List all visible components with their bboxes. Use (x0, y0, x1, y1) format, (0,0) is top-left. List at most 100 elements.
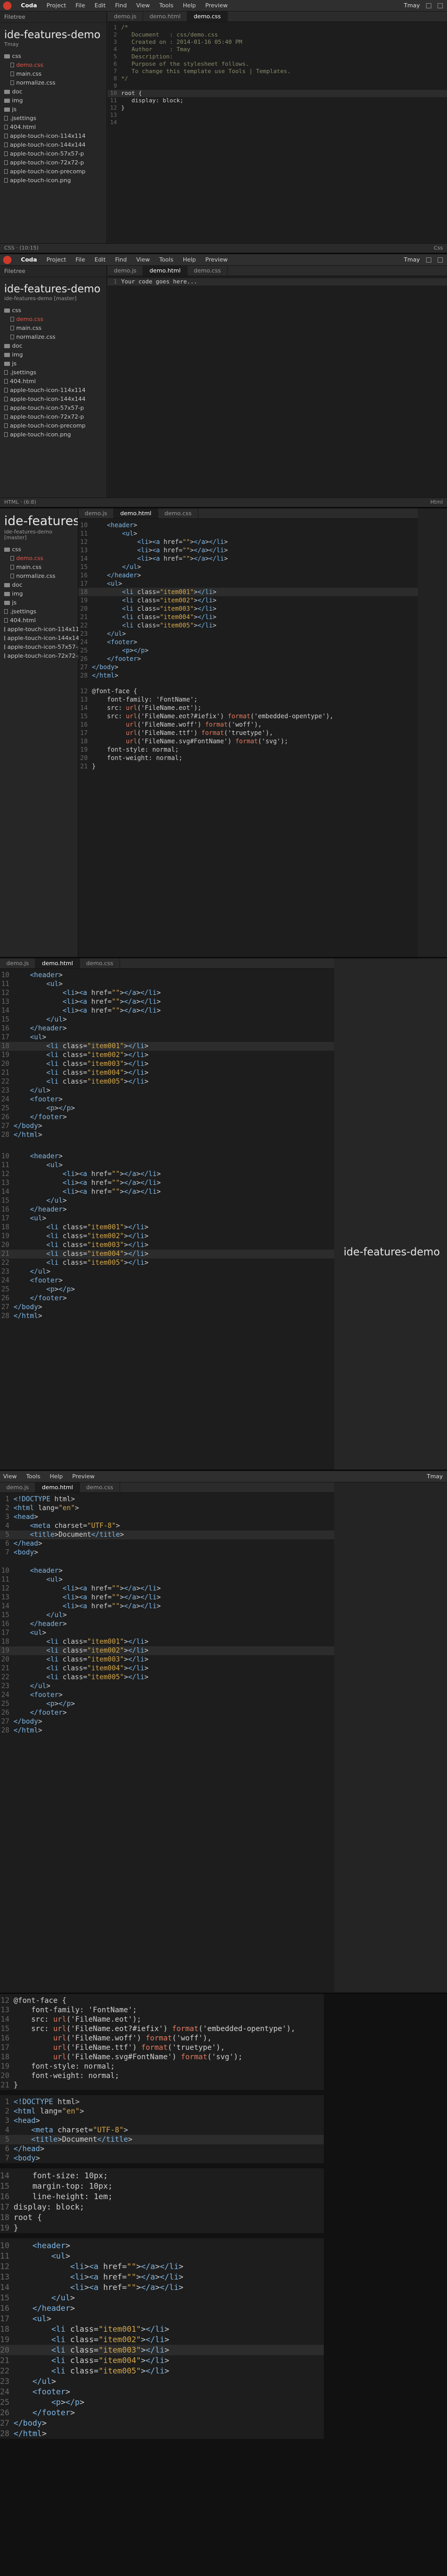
tree-file[interactable]: apple-touch-icon-precomp (4, 421, 107, 430)
minimize-icon[interactable] (426, 257, 431, 263)
menu-tools[interactable]: Tools (26, 1473, 40, 1480)
minimize-icon[interactable] (426, 3, 431, 8)
code-area-fontface[interactable]: 12 @font-face {13 font-family: 'FontName'… (0, 1994, 324, 2090)
tree-file[interactable]: normalize.css (4, 572, 78, 580)
language-mode[interactable]: Html (430, 500, 443, 505)
tree-file[interactable]: apple-touch-icon-114x114 (4, 625, 83, 634)
tree-folder[interactable]: doc (4, 87, 107, 96)
tab-demo-html[interactable]: demo.html (143, 266, 187, 276)
code-area-doc[interactable]: 1 <!DOCTYPE html> 2 <html lang="en"> 3 <head>… (0, 2095, 324, 2163)
menu-help[interactable]: Help (183, 256, 196, 263)
tab-demo-js[interactable]: demo.js (78, 508, 114, 518)
tree-file[interactable]: apple-touch-icon-144x144 (4, 140, 107, 149)
preview-button[interactable]: Preview (72, 1473, 95, 1480)
code-area[interactable]: 1/* 2 Document : css/demo.css 3 Created on… (108, 22, 447, 126)
tree-folder[interactable]: js (4, 105, 107, 114)
tree-folder[interactable]: js (4, 598, 78, 607)
tree-folder[interactable]: css (4, 52, 107, 61)
folder-icon (4, 107, 10, 112)
user-name[interactable]: Tmay (427, 1473, 443, 1480)
tree-file[interactable]: .jsettings (4, 114, 107, 123)
menu-help[interactable]: Help (183, 2, 196, 9)
tree-file[interactable]: demo.css (4, 61, 107, 69)
tab-demo-js[interactable]: demo.js (108, 11, 144, 21)
tree-file[interactable]: apple-touch-icon-114x114 (4, 386, 107, 395)
menu-view[interactable]: View (3, 1473, 17, 1480)
tab-demo-css[interactable]: demo.css (187, 266, 228, 276)
menu-find[interactable]: Find (115, 256, 127, 263)
tree-file[interactable]: demo.css (4, 554, 78, 563)
code-area[interactable]: 1 <!DOCTYPE html> 2 <html lang="en"> 3 <head>… (0, 1493, 334, 1557)
tree-file[interactable]: apple-touch-icon.png (4, 176, 107, 185)
tree-folder[interactable]: img (4, 96, 107, 105)
tree-file[interactable]: apple-touch-icon.png (4, 430, 107, 439)
tree-file[interactable]: apple-touch-icon-57x57-p (4, 643, 81, 651)
tree-file[interactable]: main.css (4, 69, 107, 78)
tab-demo-css[interactable]: demo.css (80, 1482, 120, 1492)
user-name[interactable]: Tmay (404, 256, 420, 263)
tree-file[interactable]: 404.html (4, 377, 107, 386)
close-icon[interactable] (438, 257, 443, 263)
code-area-css[interactable]: 12 @font-face {13 font-family: 'FontName'… (78, 685, 418, 770)
menu-file[interactable]: File (76, 2, 85, 9)
tab-demo-js[interactable]: demo.js (108, 266, 144, 276)
menu-tools[interactable]: Tools (159, 256, 173, 263)
tree-file[interactable]: 404.html (4, 123, 107, 132)
tree-file[interactable]: apple-touch-icon-57x57-p (4, 403, 107, 412)
tab-demo-html[interactable]: demo.html (36, 1482, 80, 1492)
close-icon[interactable] (438, 3, 443, 8)
tab-demo-css[interactable]: demo.css (158, 508, 198, 518)
tree-folder[interactable]: css (4, 545, 78, 554)
code-area[interactable]: 1 Your code goes here... (108, 276, 447, 286)
tree-folder[interactable]: img (4, 589, 78, 598)
tab-demo-css[interactable]: demo.css (187, 11, 228, 21)
tree-file[interactable]: apple-touch-icon-72x72-p (4, 158, 107, 167)
menu-view[interactable]: View (136, 256, 150, 263)
tree-folder[interactable]: doc (4, 341, 107, 350)
preview-button[interactable]: Preview (205, 2, 228, 9)
preview-button[interactable]: Preview (205, 256, 228, 263)
code-area[interactable]: 10 <header> 11 <ul> 12 <li><a href=""></a>… (78, 519, 418, 680)
tree-file[interactable]: apple-touch-icon-72x72-p (4, 651, 81, 660)
tree-file[interactable]: apple-touch-icon-72x72-p (4, 412, 107, 421)
menu-tools[interactable]: Tools (159, 2, 173, 9)
menu-edit[interactable]: Edit (95, 256, 105, 263)
code-area[interactable]: 10 <header> 11 <ul> 12 <li><a href=""></a>… (0, 969, 334, 1139)
tree-file[interactable]: main.css (4, 324, 107, 333)
code-area-2[interactable]: 10 <header> 11 <ul> 12 <li><a href=""></a>… (0, 1564, 334, 1735)
tree-folder[interactable]: img (4, 350, 107, 359)
tab-demo-js[interactable]: demo.js (0, 1482, 36, 1492)
tree-file[interactable]: apple-touch-icon-114x114 (4, 132, 107, 140)
menu-edit[interactable]: Edit (95, 2, 105, 9)
menu-project[interactable]: Project (46, 2, 66, 9)
code-area-misc[interactable]: 14 font-size: 10px; 15 margin-top: 10px; 1… (0, 2168, 324, 2233)
menu-view[interactable]: View (136, 2, 150, 9)
tree-file[interactable]: .jsettings (4, 607, 78, 616)
tree-file[interactable]: apple-touch-icon-precomp (4, 167, 107, 176)
tree-file[interactable]: 404.html (4, 616, 78, 625)
tab-demo-html[interactable]: demo.html (114, 508, 158, 518)
code-area-2[interactable]: 10 <header> 11 <ul> 12 <li><a href=""></a>… (0, 1150, 334, 1321)
menu-help[interactable]: Help (50, 1473, 63, 1480)
tree-folder[interactable]: js (4, 359, 107, 368)
tree-file[interactable]: main.css (4, 563, 78, 572)
tree-file[interactable]: apple-touch-icon-144x144 (4, 634, 83, 643)
tree-file[interactable]: normalize.css (4, 78, 107, 87)
tab-demo-html[interactable]: demo.html (143, 11, 187, 21)
user-name[interactable]: Tmay (404, 2, 420, 9)
tree-file[interactable]: apple-touch-icon-57x57-p (4, 149, 107, 158)
menu-file[interactable]: File (76, 256, 85, 263)
tree-file[interactable]: apple-touch-icon-144x144 (4, 395, 107, 403)
language-mode[interactable]: Css (434, 245, 443, 251)
code-area-list[interactable]: 10 <header> 11 <ul> 12 <li><a href=""></a>… (0, 2238, 324, 2439)
tab-demo-html[interactable]: demo.html (36, 958, 80, 968)
tree-folder[interactable]: doc (4, 580, 78, 589)
tab-demo-css[interactable]: demo.css (80, 958, 120, 968)
tree-file[interactable]: normalize.css (4, 333, 107, 341)
tree-file[interactable]: demo.css (4, 315, 107, 324)
tree-file[interactable]: .jsettings (4, 368, 107, 377)
menu-project[interactable]: Project (46, 256, 66, 263)
menu-find[interactable]: Find (115, 2, 127, 9)
tab-demo-js[interactable]: demo.js (0, 958, 36, 968)
tree-folder[interactable]: css (4, 306, 107, 315)
